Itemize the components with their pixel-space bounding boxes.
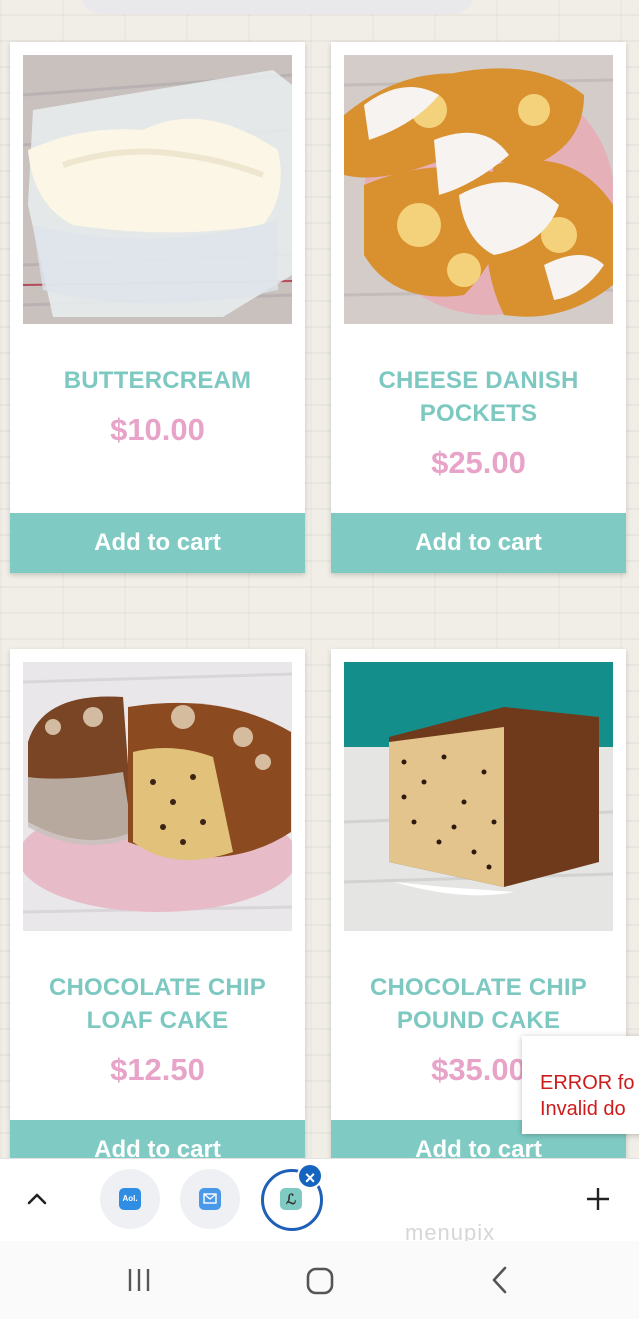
- aol-mail-icon: [199, 1188, 221, 1210]
- product-image-chocolate-chip-pound[interactable]: [344, 662, 613, 931]
- tab-aol[interactable]: Aol.: [100, 1169, 160, 1229]
- product-name[interactable]: CHOCOLATE CHIP: [10, 971, 305, 1004]
- product-name[interactable]: CHEESE DANISH: [331, 364, 626, 397]
- close-tab-icon[interactable]: ×: [297, 1163, 323, 1189]
- add-to-cart-button[interactable]: Add to cart: [331, 513, 626, 573]
- product-name-line2[interactable]: LOAF CAKE: [10, 1004, 305, 1037]
- plus-icon[interactable]: [584, 1185, 612, 1213]
- address-bar[interactable]: [80, 0, 475, 14]
- error-popup[interactable]: ERROR fo Invalid do: [522, 1036, 639, 1134]
- product-name-line2[interactable]: POCKETS: [331, 397, 626, 430]
- active-tab-icon: ℒ: [280, 1188, 302, 1210]
- product-price: $12.50: [110, 1052, 205, 1087]
- product-image-cheese-danish[interactable]: [344, 55, 613, 324]
- product-card-cheese-danish: CHEESE DANISH POCKETS $25.00 Add to cart: [331, 42, 626, 573]
- recent-apps-icon[interactable]: [124, 1265, 154, 1295]
- system-nav-bar: [0, 1241, 639, 1319]
- back-icon[interactable]: [486, 1265, 514, 1295]
- chevron-up-icon[interactable]: [22, 1184, 52, 1214]
- product-name[interactable]: BUTTERCREAM: [10, 364, 305, 397]
- product-card-buttercream: BUTTERCREAM $10.00 Add to cart: [10, 42, 305, 573]
- product-price: $25.00: [431, 445, 526, 480]
- error-line-2: Invalid do: [540, 1098, 626, 1120]
- product-name-line2[interactable]: POUND CAKE: [331, 1004, 626, 1037]
- add-to-cart-button[interactable]: Add to cart: [10, 513, 305, 573]
- tab-aol-mail[interactable]: [180, 1169, 240, 1229]
- home-icon[interactable]: [304, 1265, 336, 1297]
- product-card-chocolate-chip-loaf: CHOCOLATE CHIP LOAF CAKE $12.50 Add to c…: [10, 649, 305, 1180]
- product-image-chocolate-chip-loaf[interactable]: [23, 662, 292, 931]
- error-line-1: ERROR fo: [540, 1072, 635, 1094]
- product-price: $10.00: [110, 412, 205, 447]
- product-image-buttercream[interactable]: [23, 55, 292, 324]
- aol-icon: Aol.: [119, 1188, 141, 1210]
- product-name[interactable]: CHOCOLATE CHIP: [331, 971, 626, 1004]
